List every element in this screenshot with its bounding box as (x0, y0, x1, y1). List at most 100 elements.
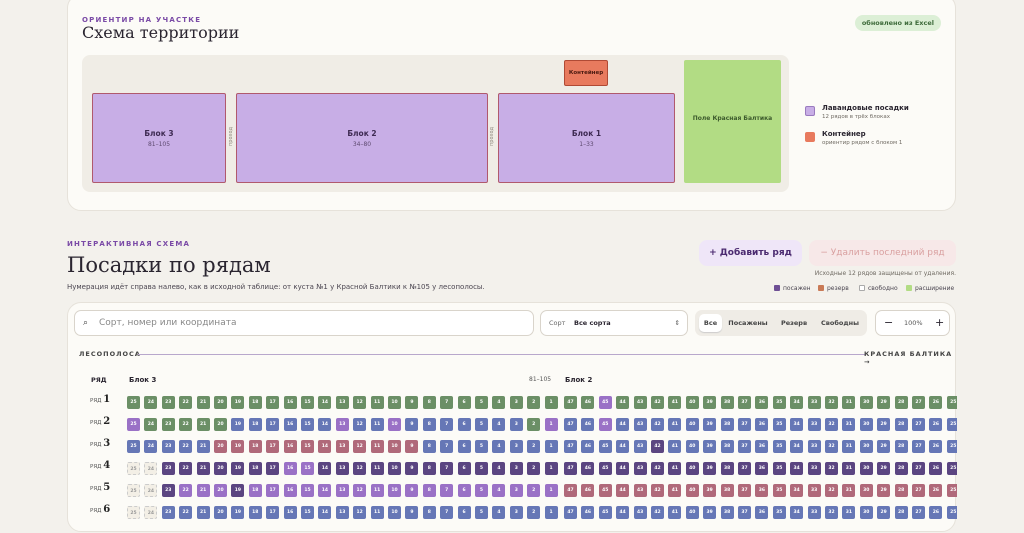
plant-cell[interactable]: 10 (388, 418, 401, 431)
plant-cell[interactable]: 46 (581, 462, 595, 475)
plant-cell[interactable]: 15 (301, 462, 314, 475)
plant-cell[interactable]: 29 (877, 462, 891, 475)
plant-cell[interactable]: 46 (581, 506, 595, 519)
plant-cell[interactable]: 19 (231, 440, 245, 453)
plant-cell[interactable]: 27 (912, 440, 925, 453)
plant-cell[interactable]: 5 (475, 396, 488, 409)
plant-cell[interactable]: 14 (318, 418, 332, 431)
plant-cell[interactable]: 32 (825, 396, 838, 409)
plant-cell[interactable]: 4 (492, 396, 506, 409)
plant-cell[interactable]: 22 (179, 396, 193, 409)
plant-cell[interactable]: 36 (755, 462, 769, 475)
plant-cell[interactable]: 43 (633, 418, 647, 431)
plant-cell[interactable]: 18 (248, 484, 262, 497)
plant-cell[interactable]: 18 (248, 440, 262, 453)
plant-cell[interactable]: 9 (405, 462, 419, 475)
plant-cell[interactable]: 40 (685, 506, 699, 519)
plant-cell[interactable]: 45 (598, 440, 612, 453)
filter-reserve[interactable]: Резерв (775, 314, 813, 332)
plant-cell[interactable]: 38 (720, 506, 734, 519)
plant-cell[interactable]: 18 (248, 462, 262, 475)
plant-cell[interactable]: 3 (509, 418, 523, 431)
plant-cell[interactable]: 32 (825, 506, 838, 519)
plant-cell[interactable]: 12 (353, 484, 367, 497)
plant-cell[interactable]: 30 (859, 484, 873, 497)
plant-cell[interactable]: 40 (685, 484, 699, 497)
plant-cell[interactable]: 33 (807, 506, 821, 519)
plant-cell[interactable]: 47 (564, 440, 577, 453)
plant-cell[interactable]: 31 (842, 506, 856, 519)
plant-cell[interactable]: 25 (946, 462, 957, 475)
plant-cell[interactable]: 34 (790, 462, 804, 475)
plant-cell[interactable]: 16 (283, 396, 297, 409)
plant-cell[interactable]: 19 (231, 396, 245, 409)
filter-free[interactable]: Свободны (817, 314, 863, 332)
plant-cell[interactable]: 9 (405, 396, 419, 409)
plant-cell[interactable]: 41 (668, 418, 682, 431)
plant-cell[interactable]: 19 (231, 418, 245, 431)
plant-cell[interactable]: 46 (581, 440, 595, 453)
plant-cell[interactable]: 28 (894, 440, 908, 453)
plant-cell[interactable]: 40 (685, 396, 699, 409)
zoom-in-button[interactable]: + (935, 316, 944, 329)
plant-cell[interactable]: 2 (527, 396, 541, 409)
plant-cell[interactable]: 30 (859, 506, 873, 519)
plant-cell[interactable]: 46 (581, 484, 595, 497)
plant-cell[interactable]: 36 (755, 396, 769, 409)
plant-cell[interactable]: 16 (283, 506, 297, 519)
plant-cell[interactable]: 38 (720, 484, 734, 497)
plant-cell[interactable]: 13 (335, 396, 349, 409)
plant-cell[interactable]: 27 (912, 484, 925, 497)
plant-cell[interactable]: 33 (807, 440, 821, 453)
plant-cell[interactable]: 12 (353, 462, 367, 475)
plant-cell[interactable]: 1 (544, 418, 558, 431)
plant-cell[interactable]: 30 (859, 418, 873, 431)
plant-cell[interactable]: 27 (912, 418, 925, 431)
plant-cell[interactable]: 6 (457, 440, 471, 453)
plant-cell[interactable]: 11 (370, 440, 384, 453)
plant-cell[interactable]: 34 (790, 484, 804, 497)
plant-cell[interactable]: 44 (616, 462, 630, 475)
plant-cell[interactable]: 20 (214, 506, 227, 519)
plant-cell[interactable]: 33 (807, 462, 821, 475)
plant-cell[interactable]: 36 (755, 484, 769, 497)
plant-cell[interactable]: 26 (929, 506, 943, 519)
plant-cell[interactable]: 37 (738, 506, 751, 519)
plant-cell[interactable]: 10 (388, 462, 401, 475)
plant-cell[interactable]: 45 (598, 418, 612, 431)
plant-cell[interactable]: 1 (544, 506, 558, 519)
plant-cell[interactable]: 47 (564, 418, 577, 431)
plant-cell[interactable]: 28 (894, 484, 908, 497)
plant-cell[interactable]: 7 (440, 396, 454, 409)
plant-cell[interactable]: 6 (457, 418, 471, 431)
plant-cell[interactable]: 26 (929, 484, 943, 497)
plant-cell[interactable]: 35 (772, 462, 786, 475)
plant-cell[interactable]: 38 (720, 440, 734, 453)
plant-cell[interactable]: 25 (946, 484, 957, 497)
plant-cell[interactable]: 19 (231, 484, 245, 497)
plant-cell[interactable]: 18 (248, 418, 262, 431)
container-marker[interactable]: Контейнер (564, 60, 608, 86)
plant-cell[interactable]: 9 (405, 418, 419, 431)
plant-cell[interactable]: 22 (179, 506, 193, 519)
plant-cell[interactable]: 47 (564, 396, 577, 409)
plant-cell[interactable]: 47 (564, 462, 577, 475)
plant-cell[interactable]: 15 (301, 440, 314, 453)
plant-cell[interactable]: 39 (703, 484, 717, 497)
plant-cell[interactable]: 33 (807, 418, 821, 431)
zoom-out-button[interactable]: − (884, 316, 893, 329)
plant-cell[interactable]: 44 (616, 440, 630, 453)
plant-cell[interactable]: 22 (179, 440, 193, 453)
plant-cell[interactable]: 17 (266, 440, 280, 453)
plant-cell[interactable]: 35 (772, 396, 786, 409)
plant-cell[interactable]: 43 (633, 440, 647, 453)
plant-cell[interactable]: 5 (475, 484, 488, 497)
plant-cell[interactable]: 6 (457, 462, 471, 475)
filter-all[interactable]: Все (699, 314, 722, 332)
plant-cell[interactable]: 15 (301, 396, 314, 409)
plant-cell[interactable]: 29 (877, 440, 891, 453)
plant-cell[interactable]: 2 (527, 506, 541, 519)
plant-cell[interactable]: 38 (720, 418, 734, 431)
plant-cell[interactable]: 35 (772, 440, 786, 453)
plant-cell[interactable]: 2 (527, 484, 541, 497)
